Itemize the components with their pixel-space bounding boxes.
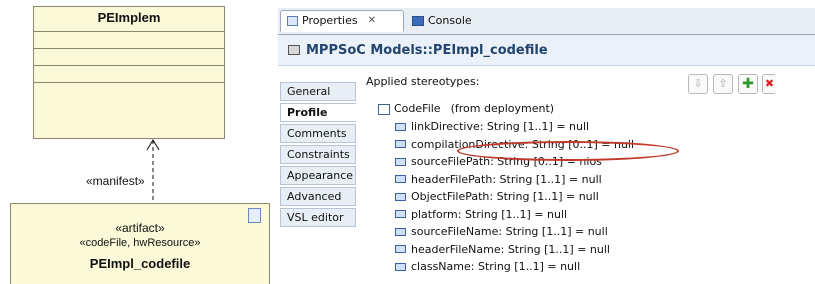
side-tab-advanced[interactable]: Advanced <box>280 187 356 206</box>
tree-item-sourcefilename[interactable]: sourceFileName: String [1..1] = null <box>378 223 634 241</box>
stereotype-tree: CodeFile (from deployment) linkDirective… <box>378 100 634 276</box>
stereotype-origin: (from deployment) <box>450 102 555 115</box>
property-icon <box>395 245 406 254</box>
properties-view: Properties ✕ Console MPPSoC Models::PEIm… <box>278 8 815 284</box>
properties-icon <box>287 16 298 26</box>
property-label: linkDirective: String [1..1] = null <box>411 120 590 133</box>
tab-properties-label: Properties <box>302 14 358 27</box>
profile-content: Applied stereotypes: ⇩ ⇧ ✚ ✖ CodeFile (f… <box>358 66 815 284</box>
console-icon <box>412 16 424 26</box>
tree-root-codefile[interactable]: CodeFile (from deployment) <box>378 100 634 118</box>
property-icon <box>395 157 406 166</box>
tab-console[interactable]: Console <box>406 10 496 32</box>
property-icon <box>395 140 406 149</box>
property-label: ObjectFilePath: String [1..1] = null <box>411 190 599 203</box>
move-up-button[interactable]: ⇧ <box>713 74 733 94</box>
manifest-label: «manifest» <box>86 174 145 188</box>
side-tab-constraints[interactable]: Constraints <box>280 145 356 164</box>
tree-item-headerfilepath[interactable]: headerFilePath: String [1..1] = null <box>378 171 634 189</box>
property-icon <box>395 227 406 236</box>
artifact-applied-stereotypes: «codeFile, hwResource» <box>79 237 201 249</box>
stereotype-name: CodeFile <box>394 102 441 115</box>
remove-stereotype-button[interactable]: ✖ <box>762 74 776 94</box>
property-icon <box>395 210 406 219</box>
tab-console-label: Console <box>428 14 472 27</box>
tree-item-headerfilename[interactable]: headerFileName: String [1..1] = null <box>378 241 634 259</box>
add-stereotype-button[interactable]: ✚ <box>738 74 758 94</box>
property-icon <box>395 122 406 131</box>
property-label: headerFileName: String [1..1] = null <box>411 242 610 256</box>
properties-title-bar: MPPSoC Models::PEImpl_codefile <box>278 35 815 66</box>
side-tab-general[interactable]: General <box>280 82 356 101</box>
tab-properties[interactable]: Properties ✕ <box>280 10 404 32</box>
properties-side-tabs: General Profile Comments Constraints App… <box>280 82 356 229</box>
property-icon <box>395 262 406 271</box>
side-tab-appearance[interactable]: Appearance <box>280 166 356 185</box>
stereotype-icon <box>378 103 390 115</box>
uml-artifact-peimpl-codefile[interactable]: «artifact» «codeFile, hwResource» PEImpl… <box>10 203 270 284</box>
artifact-stereotype: «artifact» <box>115 221 165 235</box>
applied-stereotypes-label: Applied stereotypes: <box>366 75 480 88</box>
move-down-button[interactable]: ⇩ <box>688 74 708 94</box>
property-label: sourceFileName: String [1..1] = null <box>411 225 608 238</box>
side-tab-vsl-editor[interactable]: VSL editor <box>280 208 356 227</box>
close-icon[interactable]: ✕ <box>368 11 376 31</box>
artifact-name: PEImpl_codefile <box>89 256 191 271</box>
tree-item-platform[interactable]: platform: String [1..1] = null <box>378 206 634 224</box>
property-label: className: String [1..1] = null <box>411 260 581 273</box>
tree-item-objectfilepath[interactable]: ObjectFilePath: String [1..1] = null <box>378 188 634 206</box>
side-tab-comments[interactable]: Comments <box>280 124 356 143</box>
element-type-icon <box>288 45 300 55</box>
view-tab-bar: Properties ✕ Console <box>278 8 815 35</box>
property-icon <box>395 175 406 184</box>
property-icon <box>395 192 406 201</box>
property-label: headerFilePath: String [1..1] = null <box>411 172 602 186</box>
tree-item-classname[interactable]: className: String [1..1] = null <box>378 258 634 276</box>
property-label: platform: String [1..1] = null <box>411 207 568 221</box>
page-title: MPPSoC Models::PEImpl_codefile <box>306 42 548 58</box>
highlight-ellipse <box>457 141 679 161</box>
side-tab-profile[interactable]: Profile <box>280 103 356 122</box>
tree-item-linkdirective[interactable]: linkDirective: String [1..1] = null <box>378 118 634 136</box>
